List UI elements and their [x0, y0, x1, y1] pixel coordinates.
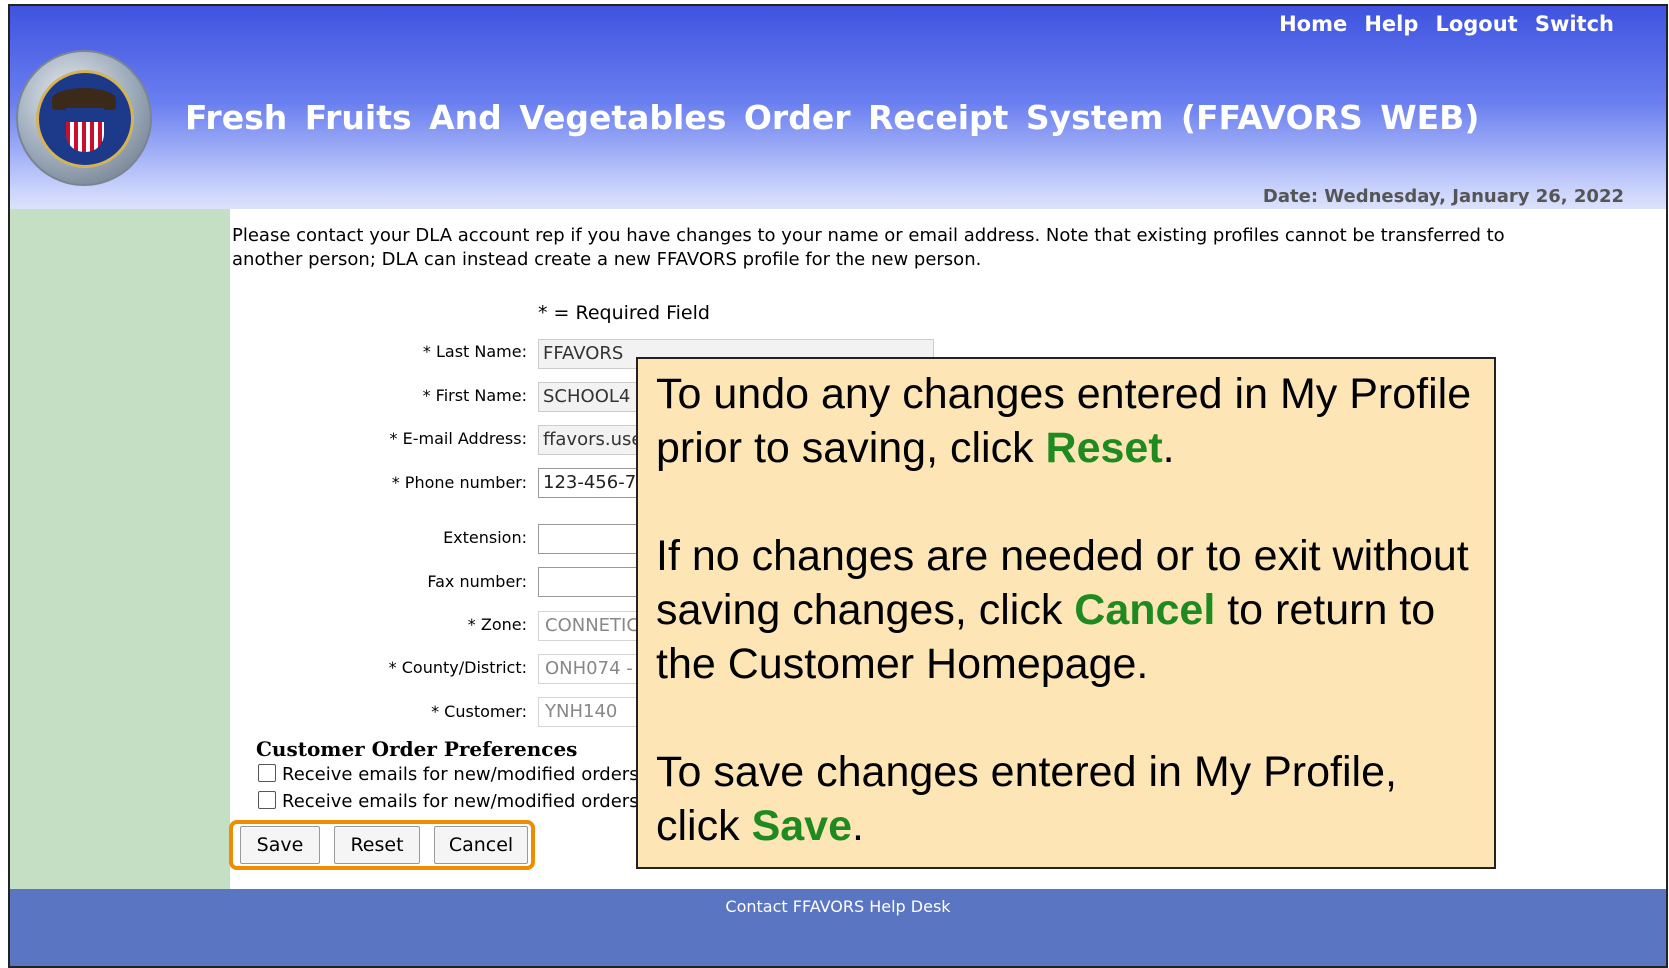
- zone-label: * Zone:: [467, 615, 527, 634]
- dla-seal-logo: [16, 50, 152, 186]
- pref-option-2: Receive emails for new/modified orders t: [258, 791, 651, 812]
- phone-label: * Phone number:: [391, 473, 527, 492]
- callout-reset-keyword: Reset: [1045, 424, 1163, 472]
- page-footer: Contact FFAVORS Help Desk: [10, 889, 1666, 966]
- customer-select[interactable]: YNH140: [538, 697, 638, 727]
- callout-cancel-text: If no changes are needed or to exit with…: [656, 532, 1469, 688]
- home-link[interactable]: Home: [1279, 12, 1347, 36]
- pref-option-1: Receive emails for new/modified orders t: [258, 764, 651, 785]
- phone-field[interactable]: 123-456-78: [538, 468, 638, 498]
- callout-cancel-keyword: Cancel: [1074, 586, 1216, 634]
- extension-field[interactable]: [538, 524, 638, 554]
- order-preferences-title: Customer Order Preferences: [256, 737, 578, 761]
- callout-save-keyword: Save: [751, 802, 852, 850]
- email-label: * E-mail Address:: [389, 429, 527, 448]
- pref-label-2: Receive emails for new/modified orders t: [282, 791, 652, 812]
- required-field-note: * = Required Field: [538, 302, 710, 324]
- pref-checkbox-1[interactable]: [258, 764, 276, 782]
- county-label: * County/District:: [388, 658, 527, 677]
- fax-label: Fax number:: [427, 572, 527, 591]
- callout-save-text: To save changes entered in My Profile, c…: [656, 748, 1397, 850]
- switch-link[interactable]: Switch: [1535, 12, 1614, 36]
- app-title: Fresh Fruits And Vegetables Order Receip…: [185, 98, 1480, 137]
- help-desk-link[interactable]: Contact FFAVORS Help Desk: [10, 897, 1666, 916]
- email-field[interactable]: ffavors.use: [538, 425, 638, 455]
- extension-label: Extension:: [443, 528, 527, 547]
- profile-notice: Please contact your DLA account rep if y…: [232, 225, 1505, 270]
- help-link[interactable]: Help: [1364, 12, 1418, 36]
- pref-label-1: Receive emails for new/modified orders t: [282, 764, 652, 785]
- instruction-callout: To undo any changes entered in My Profil…: [636, 357, 1496, 869]
- logout-link[interactable]: Logout: [1435, 12, 1517, 36]
- first-name-label: * First Name:: [422, 386, 527, 405]
- fax-field[interactable]: [538, 567, 638, 597]
- cancel-button[interactable]: Cancel: [434, 826, 528, 864]
- page-header: Home Help Logout Switch Fresh Fruits And…: [10, 6, 1666, 221]
- zone-select[interactable]: CONNETIC: [538, 611, 638, 641]
- customer-label: * Customer:: [431, 702, 527, 721]
- pref-checkbox-2[interactable]: [258, 791, 276, 809]
- callout-reset-text: To undo any changes entered in My Profil…: [656, 370, 1472, 472]
- current-date: Date: Wednesday, January 26, 2022: [1262, 186, 1624, 207]
- save-button[interactable]: Save: [240, 826, 320, 864]
- county-select[interactable]: ONH074 -: [538, 654, 638, 684]
- left-sidebar: [10, 209, 230, 889]
- top-nav: Home Help Logout Switch: [1267, 12, 1614, 36]
- reset-button[interactable]: Reset: [334, 826, 420, 864]
- last-name-label: * Last Name:: [422, 342, 527, 361]
- first-name-field[interactable]: SCHOOL4: [538, 382, 638, 412]
